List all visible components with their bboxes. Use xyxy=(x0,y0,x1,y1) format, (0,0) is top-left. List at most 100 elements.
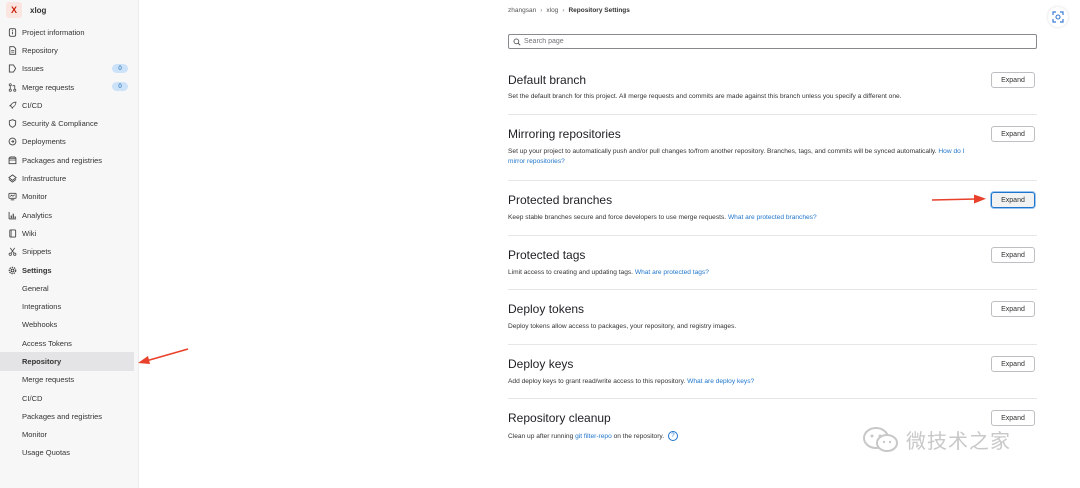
divider xyxy=(508,398,1037,399)
expand-deploy-keys-button[interactable]: Expand xyxy=(991,356,1035,372)
sidebar-item-repository[interactable]: Repository xyxy=(0,41,138,59)
section-deploy-tokens: Deploy tokens Deploy tokens allow access… xyxy=(508,301,1037,332)
section-description: Keep stable branches secure and force de… xyxy=(508,213,978,223)
sidebar-item-analytics[interactable]: Analytics xyxy=(0,206,138,224)
divider xyxy=(508,180,1037,181)
section-protected-tags: Protected tags Limit access to creating … xyxy=(508,247,1037,278)
deployments-icon xyxy=(8,137,17,146)
project-header[interactable]: X xlog xyxy=(0,0,138,20)
sidebar-item-infrastructure[interactable]: Infrastructure xyxy=(0,169,138,187)
breadcrumb-current[interactable]: Repository Settings xyxy=(568,7,629,14)
section-deploy-keys: Deploy keys Add deploy keys to grant rea… xyxy=(508,356,1037,387)
expand-mirroring-button[interactable]: Expand xyxy=(991,126,1035,142)
sidebar-sub-webhooks[interactable]: Webhooks xyxy=(0,316,138,334)
sidebar-item-snippets[interactable]: Snippets xyxy=(0,243,138,261)
sidebar-item-label: Usage Quotas xyxy=(22,448,70,458)
sidebar-item-label: Deployments xyxy=(22,137,66,147)
issues-count-badge: 0 xyxy=(112,64,128,74)
section-mirroring-repositories: Mirroring repositories Set up your proje… xyxy=(508,126,1037,167)
rocket-icon xyxy=(8,101,17,110)
sidebar-sub-access-tokens[interactable]: Access Tokens xyxy=(0,334,138,352)
deploy-keys-help-link[interactable]: What are deploy keys? xyxy=(687,378,754,385)
protected-branches-help-link[interactable]: What are protected branches? xyxy=(728,214,817,221)
sidebar-item-label: Settings xyxy=(22,265,52,275)
divider xyxy=(508,235,1037,236)
search-icon xyxy=(513,38,521,46)
chart-icon xyxy=(8,211,17,220)
sidebar-item-project-information[interactable]: Project information xyxy=(0,23,138,41)
description-text: Deploy tokens allow access to packages, … xyxy=(508,323,737,330)
expand-protected-tags-button[interactable]: Expand xyxy=(991,247,1035,263)
scan-icon[interactable] xyxy=(1048,7,1068,27)
sidebar-item-merge-requests[interactable]: Merge requests 0 xyxy=(0,78,138,96)
git-filter-repo-link[interactable]: git filter-repo xyxy=(575,433,612,440)
sidebar-item-label: Access Tokens xyxy=(22,338,72,348)
sidebar-item-packages-registries[interactable]: Packages and registries xyxy=(0,151,138,169)
search-input[interactable] xyxy=(524,38,1004,45)
sidebar-sub-usage-quotas[interactable]: Usage Quotas xyxy=(0,444,138,462)
section-title: Deploy keys xyxy=(508,357,574,371)
wechat-logo-icon xyxy=(863,426,898,452)
sidebar-item-label: Merge requests xyxy=(22,82,75,92)
merge-request-icon xyxy=(8,82,17,92)
section-description: Add deploy keys to grant read/write acce… xyxy=(508,377,978,387)
breadcrumb-user[interactable]: zhangsan xyxy=(508,7,536,14)
sidebar-item-settings[interactable]: Settings xyxy=(0,261,138,279)
description-text: Limit access to creating and updating ta… xyxy=(508,269,633,276)
sidebar-item-label: Analytics xyxy=(22,210,53,220)
package-icon xyxy=(8,156,17,165)
protected-tags-help-link[interactable]: What are protected tags? xyxy=(635,269,709,276)
section-description: Set the default branch for this project.… xyxy=(508,92,978,102)
sidebar-item-wiki[interactable]: Wiki xyxy=(0,224,138,242)
sidebar-sub-repository[interactable]: Repository xyxy=(0,352,134,371)
sidebar-item-monitor[interactable]: Monitor xyxy=(0,188,138,206)
sidebar-item-label: Repository xyxy=(22,45,58,55)
expand-repository-cleanup-button[interactable]: Expand xyxy=(991,410,1035,426)
watermark-text: 微技术之家 xyxy=(906,431,1011,453)
question-icon[interactable]: ? xyxy=(667,431,678,441)
sidebar-item-label: CI/CD xyxy=(22,393,43,403)
scan-glyph-icon xyxy=(1052,11,1064,23)
description-text: Set the default branch for this project.… xyxy=(508,93,902,100)
sidebar-item-issues[interactable]: Issues 0 xyxy=(0,60,138,78)
sidebar-sub-general[interactable]: General xyxy=(0,279,138,297)
expand-deploy-tokens-button[interactable]: Expand xyxy=(991,301,1035,317)
section-title: Default branch xyxy=(508,73,587,87)
description-text: Add deploy keys to grant read/write acce… xyxy=(508,378,686,385)
cloud-icon xyxy=(8,174,17,183)
expand-protected-branches-button[interactable]: Expand xyxy=(991,192,1035,208)
sidebar-item-ci-cd[interactable]: CI/CD xyxy=(0,96,138,114)
section-description: Limit access to creating and updating ta… xyxy=(508,268,978,278)
sidebar-item-label: Repository xyxy=(22,356,62,366)
sidebar-item-security-compliance[interactable]: Security & Compliance xyxy=(0,114,138,132)
project-name: xlog xyxy=(30,5,47,15)
sidebar-item-label: CI/CD xyxy=(22,100,43,110)
sidebar-item-label: Webhooks xyxy=(22,320,58,330)
sidebar-item-deployments[interactable]: Deployments xyxy=(0,133,138,151)
section-default-branch: Default branch Set the default branch fo… xyxy=(508,72,1037,102)
sidebar-sub-merge-requests[interactable]: Merge requests xyxy=(0,371,138,389)
sidebar-item-label: General xyxy=(22,283,49,293)
sidebar: X xlog Project information Repository Is… xyxy=(0,0,139,488)
description-text: Keep stable branches secure and force de… xyxy=(508,214,727,221)
annotation-arrow-sidebar xyxy=(138,348,189,364)
sidebar-item-label: Monitor xyxy=(22,192,48,202)
section-title: Mirroring repositories xyxy=(508,127,621,141)
sidebar-item-label: Issues xyxy=(22,64,44,74)
annotation-arrow-expand xyxy=(931,194,986,204)
sidebar-item-label: Monitor xyxy=(22,430,48,440)
sidebar-sub-monitor[interactable]: Monitor xyxy=(0,426,138,444)
divider xyxy=(508,344,1037,345)
sidebar-nav: Project information Repository Issues 0 … xyxy=(0,23,138,462)
sidebar-sub-packages-registries[interactable]: Packages and registries xyxy=(0,407,138,425)
section-description: Deploy tokens allow access to packages, … xyxy=(508,322,978,332)
sidebar-sub-integrations[interactable]: Integrations xyxy=(0,297,138,315)
shield-icon xyxy=(8,119,17,128)
sidebar-sub-ci-cd[interactable]: CI/CD xyxy=(0,389,138,407)
breadcrumb-project[interactable]: xlog xyxy=(546,7,558,14)
document-icon xyxy=(8,46,17,55)
sidebar-item-label: Project information xyxy=(22,27,85,37)
divider xyxy=(508,114,1037,115)
gear-icon xyxy=(8,266,17,275)
expand-default-branch-button[interactable]: Expand xyxy=(991,72,1035,88)
